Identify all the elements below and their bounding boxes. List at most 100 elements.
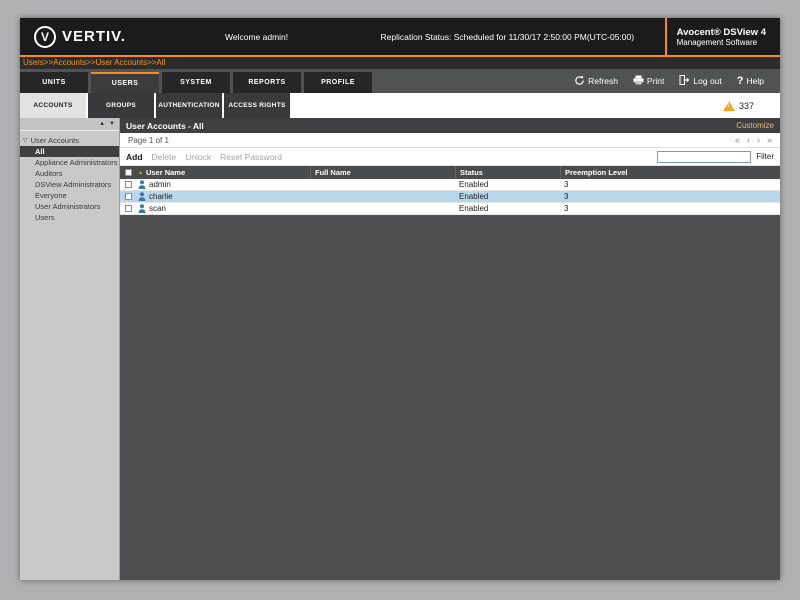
filter-button[interactable]: Filter xyxy=(756,152,774,161)
add-button[interactable]: Add xyxy=(126,152,143,162)
tree-item-all[interactable]: All xyxy=(20,146,119,157)
alert-count: 337 xyxy=(738,100,754,111)
user-name-link[interactable]: scan xyxy=(149,204,166,213)
subtab-access-rights[interactable]: ACCESS RIGHTS xyxy=(224,93,290,118)
welcome-text: Welcome admin! xyxy=(225,31,289,42)
tree-node-user-accounts[interactable]: ▽ User Accounts xyxy=(20,135,119,146)
tree-item-everyone[interactable]: Everyone xyxy=(20,190,119,201)
print-button[interactable]: Print xyxy=(633,75,664,87)
alert-badge[interactable]: 337 xyxy=(722,93,780,118)
sidebar-scroll-controls: ▲ ▼ xyxy=(20,118,119,131)
breadcrumb[interactable]: Users>>Accounts>>User Accounts>>All xyxy=(20,57,780,69)
refresh-icon xyxy=(574,75,585,88)
user-icon xyxy=(138,204,146,213)
logout-icon xyxy=(679,75,690,87)
header-actions: Refresh Print Log out ? Help xyxy=(574,69,780,93)
logout-label: Log out xyxy=(693,76,722,86)
sidebar-tree: ▽ User Accounts All Appliance Administra… xyxy=(20,131,119,223)
table-row[interactable]: scan Enabled 3 xyxy=(120,203,780,215)
content-empty-area xyxy=(120,215,780,580)
tab-reports[interactable]: REPORTS xyxy=(233,72,301,93)
tree-item-auditors[interactable]: Auditors xyxy=(20,168,119,179)
vertiv-logo-text: VERTIV. xyxy=(62,28,126,45)
print-icon xyxy=(633,75,644,87)
unlock-button[interactable]: Unlock xyxy=(185,152,211,162)
content-panel: User Accounts - All Customize Page 1 of … xyxy=(120,118,780,580)
brand-subtitle: Management Software xyxy=(676,37,758,47)
vertiv-logo: V VERTIV. xyxy=(20,25,225,48)
tab-profile[interactable]: PROFILE xyxy=(304,72,372,93)
main-tabs: UNITS USERS SYSTEM REPORTS PROFILE xyxy=(20,69,372,93)
logout-button[interactable]: Log out xyxy=(679,75,722,87)
main-tab-bar: UNITS USERS SYSTEM REPORTS PROFILE Refre… xyxy=(20,69,780,93)
warning-icon xyxy=(722,100,735,111)
tree-item-dsview-administrators[interactable]: DSView Administrators xyxy=(20,179,119,190)
help-button[interactable]: ? Help xyxy=(737,75,764,87)
delete-button[interactable]: Delete xyxy=(152,152,177,162)
last-page-button[interactable]: » xyxy=(767,135,772,145)
row-checkbox[interactable] xyxy=(124,193,132,200)
page-title: User Accounts - All xyxy=(126,120,204,131)
status-cell: Enabled xyxy=(459,180,489,189)
scroll-down-icon[interactable]: ▼ xyxy=(109,121,115,127)
filter-group: Filter xyxy=(657,150,774,163)
column-header-full-name[interactable]: Full Name xyxy=(310,166,455,179)
refresh-button[interactable]: Refresh xyxy=(574,75,618,88)
table-row[interactable]: charlie Enabled 3 xyxy=(120,191,780,203)
tree-item-appliance-administrators[interactable]: Appliance Administrators xyxy=(20,157,119,168)
print-label: Print xyxy=(646,76,665,86)
preemption-cell: 3 xyxy=(564,180,569,189)
status-cell: Enabled xyxy=(459,204,489,213)
row-checkbox[interactable] xyxy=(124,205,132,212)
table-row[interactable]: admin Enabled 3 xyxy=(120,179,780,191)
user-name-link[interactable]: charlie xyxy=(149,192,173,201)
column-header-preemption-level[interactable]: Preemption Level xyxy=(560,166,780,179)
content-header: User Accounts - All Customize xyxy=(120,118,780,133)
pagination-row: Page 1 of 1 « ‹ › » xyxy=(120,133,780,148)
subtab-accounts[interactable]: ACCOUNTS xyxy=(20,93,86,118)
user-icon xyxy=(138,180,146,189)
first-page-button[interactable]: « xyxy=(735,135,740,145)
tab-units[interactable]: UNITS xyxy=(20,72,88,93)
top-bar: V VERTIV. Welcome admin! Replication Sta… xyxy=(20,18,780,55)
user-name-link[interactable]: admin xyxy=(149,180,171,189)
brand-title: Avocent® DSView 4 xyxy=(676,26,766,38)
reset-password-button[interactable]: Reset Password xyxy=(220,152,282,162)
preemption-cell: 3 xyxy=(564,192,569,201)
app-window: V VERTIV. Welcome admin! Replication Sta… xyxy=(20,18,780,580)
scroll-up-icon[interactable]: ▲ xyxy=(99,121,105,127)
brand-block: Avocent® DSView 4 Management Software xyxy=(664,18,780,55)
row-checkbox[interactable] xyxy=(124,181,132,188)
subtab-groups[interactable]: GROUPS xyxy=(88,93,154,118)
user-icon xyxy=(138,192,146,201)
main-region: ▲ ▼ ▽ User Accounts All Appliance Admini… xyxy=(20,118,780,580)
select-all-checkbox[interactable] xyxy=(124,169,132,176)
next-page-button[interactable]: › xyxy=(757,135,760,145)
column-header-user-name[interactable]: User Name xyxy=(146,168,185,177)
table-toolbar: Add Delete Unlock Reset Password Filter xyxy=(120,148,780,166)
sort-asc-icon: ▲ xyxy=(138,169,143,176)
vertiv-logo-icon: V xyxy=(34,25,56,48)
subtab-authentication[interactable]: AUTHENTICATION xyxy=(156,93,222,118)
tree-root-label: User Accounts xyxy=(30,136,79,145)
table-header: ▲ User Name Full Name Status Preemption … xyxy=(120,166,780,179)
tab-system[interactable]: SYSTEM xyxy=(162,72,230,93)
sidebar: ▲ ▼ ▽ User Accounts All Appliance Admini… xyxy=(20,118,120,580)
page-info: Page 1 of 1 xyxy=(128,135,169,145)
customize-link[interactable]: Customize xyxy=(736,121,774,130)
refresh-label: Refresh xyxy=(588,76,618,86)
filter-input[interactable] xyxy=(657,150,752,163)
preemption-cell: 3 xyxy=(564,204,569,213)
tab-users[interactable]: USERS xyxy=(91,72,159,93)
column-header-status[interactable]: Status xyxy=(455,166,560,179)
status-cell: Enabled xyxy=(459,192,489,201)
tree-item-users[interactable]: Users xyxy=(20,212,119,223)
tree-expander-icon[interactable]: ▽ xyxy=(23,137,28,144)
sub-tab-bar: ACCOUNTS GROUPS AUTHENTICATION ACCESS RI… xyxy=(20,93,780,118)
help-icon: ? xyxy=(736,75,744,87)
prev-page-button[interactable]: ‹ xyxy=(747,135,750,145)
replication-status: Replication Status: Scheduled for 11/30/… xyxy=(380,31,635,42)
help-label: Help xyxy=(746,76,764,86)
pager: « ‹ › » xyxy=(735,135,772,145)
tree-item-user-administrators[interactable]: User Administrators xyxy=(20,201,119,212)
